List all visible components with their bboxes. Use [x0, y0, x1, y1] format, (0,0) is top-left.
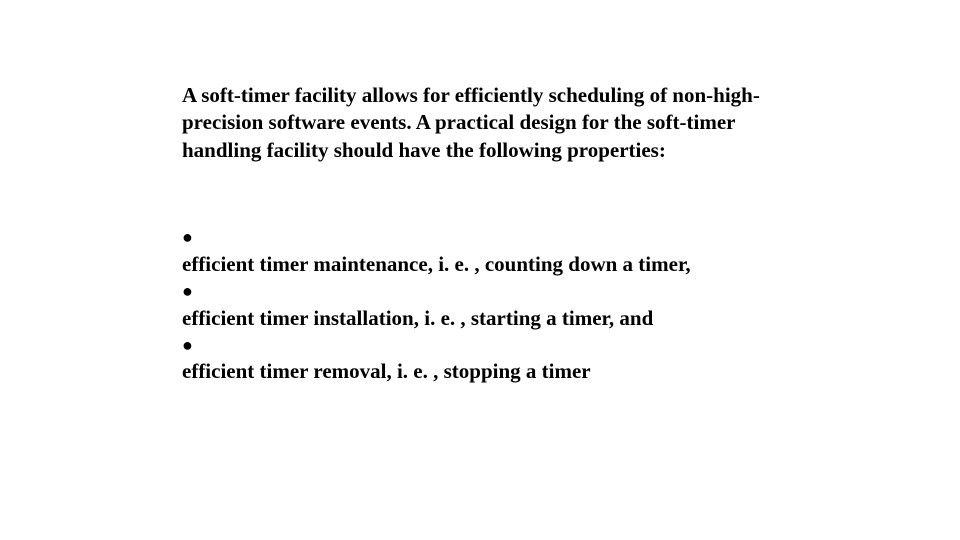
bullet-icon: ●: [182, 333, 802, 358]
properties-list: ● efficient timer maintenance, i. e. , c…: [182, 225, 802, 386]
bullet-icon: ●: [182, 225, 802, 250]
list-item: efficient timer removal, i. e. , stoppin…: [182, 357, 802, 386]
intro-paragraph: A soft-timer facility allows for efficie…: [182, 82, 792, 164]
list-item: efficient timer maintenance, i. e. , cou…: [182, 250, 802, 279]
list-item: efficient timer installation, i. e. , st…: [182, 304, 802, 333]
document-page: A soft-timer facility allows for efficie…: [0, 0, 960, 540]
bullet-icon: ●: [182, 279, 802, 304]
